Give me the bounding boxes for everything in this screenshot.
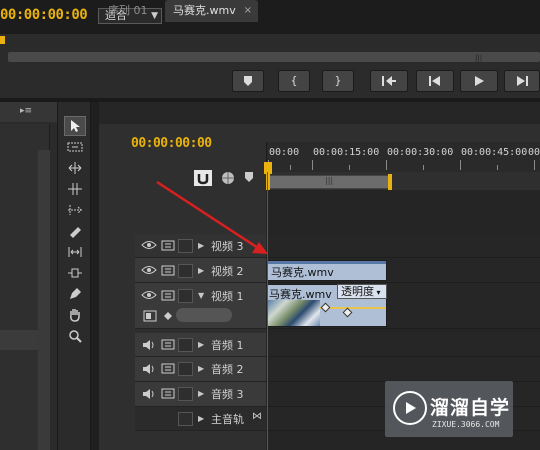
watermark-text: 溜溜自学 [430, 397, 511, 419]
watermark-url: ZIXUE.3066.COM [432, 420, 500, 429]
watermark-logo-icon [393, 391, 427, 425]
